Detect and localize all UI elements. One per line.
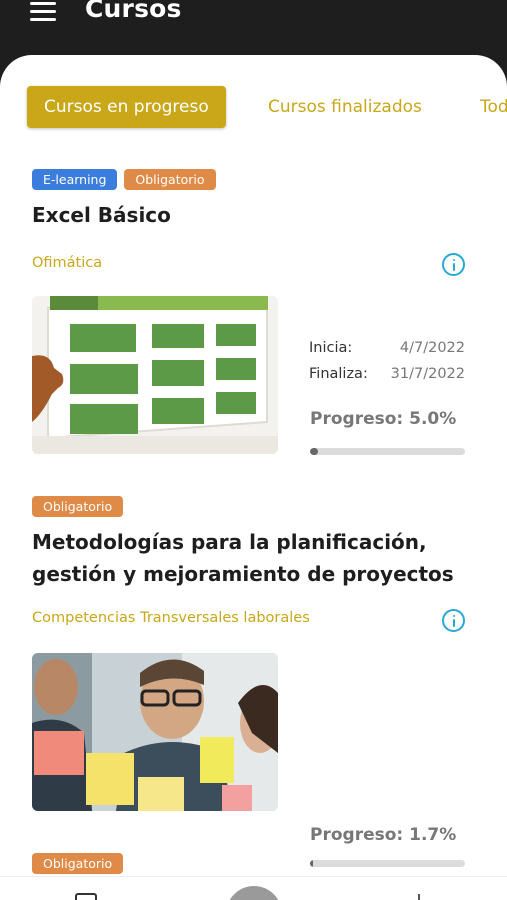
progress-bar bbox=[310, 448, 465, 455]
tab-todos[interactable]: Todos bbox=[480, 86, 507, 128]
badge-elearning: E-learning bbox=[32, 169, 118, 190]
page-title: Cursos bbox=[85, 0, 182, 23]
start-date-row: Inicia: 4/7/2022 bbox=[309, 340, 465, 366]
course-category: Ofimática bbox=[32, 255, 103, 271]
bottom-nav bbox=[0, 876, 507, 900]
course-image bbox=[32, 653, 278, 811]
app-bar: Cursos bbox=[0, 0, 507, 60]
badge-obligatorio: Obligatorio bbox=[32, 496, 124, 517]
progress-bar bbox=[310, 860, 465, 867]
tab-bar: Cursos en progreso Cursos finalizados To… bbox=[0, 86, 507, 128]
menu-icon[interactable] bbox=[30, 0, 56, 21]
progress-fill bbox=[310, 860, 314, 867]
course-category: Competencias Transversales laborales bbox=[32, 610, 310, 626]
start-date-label: Inicia: bbox=[309, 340, 353, 356]
progress-fill bbox=[310, 448, 318, 455]
course-badges: Obligatorio bbox=[32, 496, 130, 518]
course-badges: Obligatorio bbox=[32, 853, 130, 875]
progress-text: Progreso: 5.0% bbox=[310, 409, 457, 429]
end-date-label: Finaliza: bbox=[309, 366, 368, 382]
start-date-value: 4/7/2022 bbox=[399, 340, 465, 356]
tab-cursos-en-progreso[interactable]: Cursos en progreso bbox=[27, 86, 226, 128]
course-badges: E-learning Obligatorio bbox=[32, 169, 223, 191]
badge-obligatorio: Obligatorio bbox=[124, 169, 216, 190]
home-icon[interactable] bbox=[226, 886, 282, 900]
progress-text: Progreso: 1.7% bbox=[310, 825, 457, 845]
folder-icon[interactable] bbox=[75, 893, 97, 900]
end-date-value: 31/7/2022 bbox=[390, 366, 465, 382]
tab-cursos-finalizados[interactable]: Cursos finalizados bbox=[268, 86, 422, 128]
course-title: Excel Básico bbox=[32, 203, 171, 227]
course-title: Metodologías para la planificación, gest… bbox=[32, 530, 454, 586]
content-sheet: Cursos en progreso Cursos finalizados To… bbox=[0, 55, 507, 900]
team-sticky-notes-photo bbox=[32, 653, 278, 811]
course-image bbox=[32, 296, 278, 454]
badge-obligatorio: Obligatorio bbox=[32, 853, 124, 874]
course-dates: Inicia: 4/7/2022 Finaliza: 31/7/2022 bbox=[309, 340, 465, 392]
info-icon[interactable] bbox=[442, 253, 465, 276]
add-icon[interactable] bbox=[418, 894, 420, 900]
info-icon[interactable] bbox=[442, 609, 465, 632]
spreadsheet-illustration bbox=[32, 296, 278, 454]
end-date-row: Finaliza: 31/7/2022 bbox=[309, 366, 465, 392]
